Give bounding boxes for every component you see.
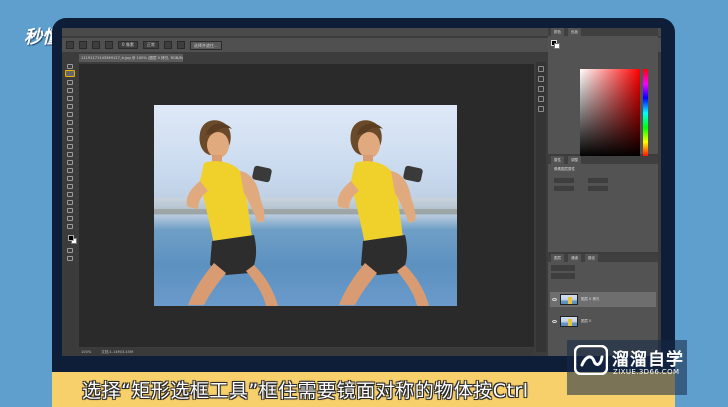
color-panel-tabs: 颜色 色板 (548, 28, 658, 36)
runner-figure-copy (337, 120, 429, 306)
paragraph-panel-icon[interactable] (538, 96, 544, 102)
width-field-prop[interactable] (554, 178, 574, 183)
select-and-mask-button[interactable]: 选择并遮住... (189, 40, 222, 50)
feather-input[interactable]: 0 像素 (118, 41, 138, 49)
quick-selection-tool-icon[interactable] (67, 88, 73, 93)
tab-channels[interactable]: 通道 (568, 254, 581, 262)
width-field[interactable] (163, 41, 172, 49)
eyedropper-tool-icon[interactable] (67, 104, 73, 109)
move-tool-icon[interactable] (67, 64, 73, 69)
runner-figure (186, 120, 278, 306)
brush-tool-icon[interactable] (67, 120, 73, 125)
clone-stamp-tool-icon[interactable] (67, 128, 73, 133)
y-field-prop[interactable] (588, 186, 608, 191)
add-selection-icon[interactable] (92, 41, 100, 49)
properties-panel: 属性 调整 像素图层属性 (548, 156, 658, 252)
lasso-tool-icon[interactable] (67, 80, 73, 85)
layer-filter-select[interactable] (551, 265, 575, 271)
watermark-title: 溜溜自学 (612, 350, 684, 370)
canvas-image-original[interactable] (154, 105, 306, 306)
document-tab[interactable]: 11191171143369127_b.jpg @ 100% (图层 0 拷贝,… (79, 54, 183, 62)
history-brush-tool-icon[interactable] (67, 136, 73, 141)
marquee-tool-preset-icon[interactable] (66, 41, 74, 49)
healing-brush-tool-icon[interactable] (67, 112, 73, 117)
status-bar: 100% 文档:1.14M/3.45M (79, 348, 534, 356)
rectangular-marquee-tool-icon[interactable] (65, 70, 75, 77)
layer-thumbnail (560, 294, 578, 305)
tab-adjustments[interactable]: 调整 (568, 156, 581, 164)
layer-row[interactable]: 图层 0 拷贝 (550, 292, 656, 307)
layer-name[interactable]: 图层 0 (581, 319, 591, 324)
watermark-url: ZIXUE.3D66.COM (613, 368, 680, 376)
watermark-logo-icon (574, 345, 608, 375)
tab-properties[interactable]: 属性 (551, 156, 564, 164)
path-selection-tool-icon[interactable] (67, 192, 73, 197)
rectangle-tool-icon[interactable] (67, 200, 73, 205)
quick-mask-icon[interactable] (67, 248, 73, 253)
gradient-tool-icon[interactable] (67, 152, 73, 157)
panel-icon-rail (536, 62, 546, 352)
style-select[interactable]: 正常 (142, 41, 159, 49)
blur-tool-icon[interactable] (67, 160, 73, 165)
type-tool-icon[interactable] (67, 184, 73, 189)
brush-panel-icon[interactable] (538, 106, 544, 112)
layer-row[interactable]: 图层 0 (550, 314, 656, 329)
pen-tool-icon[interactable] (67, 176, 73, 181)
actions-panel-icon[interactable] (538, 76, 544, 82)
layers-panel-tabs: 图层 通道 路径 (548, 254, 658, 262)
screen-mode-icon[interactable] (67, 256, 73, 261)
tab-color[interactable]: 颜色 (551, 28, 564, 36)
layer-name[interactable]: 图层 0 拷贝 (581, 297, 599, 302)
eraser-tool-icon[interactable] (67, 144, 73, 149)
layer-thumbnail (560, 316, 578, 327)
subtract-selection-icon[interactable] (105, 41, 113, 49)
document-size: 文档:1.14M/3.45M (101, 350, 134, 354)
height-field[interactable] (176, 41, 185, 49)
hue-slider[interactable] (643, 69, 648, 157)
zoom-level[interactable]: 100% (81, 348, 91, 356)
toolbox (64, 62, 77, 356)
properties-panel-tabs: 属性 调整 (548, 156, 658, 164)
properties-title: 像素图层属性 (554, 167, 575, 171)
blend-mode-select[interactable] (551, 273, 575, 279)
tab-layers[interactable]: 图层 (551, 254, 564, 262)
character-panel-icon[interactable] (538, 86, 544, 92)
more-tools-icon[interactable] (67, 224, 73, 229)
hand-tool-icon[interactable] (67, 208, 73, 213)
tab-paths[interactable]: 路径 (585, 254, 598, 262)
color-spectrum[interactable] (580, 69, 640, 157)
visibility-eye-icon[interactable] (552, 320, 557, 323)
zoom-tool-icon[interactable] (67, 216, 73, 221)
subtitle-text: 选择“矩形选框工具”框住需要镜面对称的物体按Ctrl (82, 380, 529, 402)
new-selection-icon[interactable] (79, 41, 87, 49)
foreground-color-swatch[interactable] (68, 235, 74, 241)
photoshop-window: 0 像素 正常 选择并遮住... 11191171143369127_b.jpg… (62, 28, 661, 356)
visibility-eye-icon[interactable] (552, 298, 557, 301)
dodge-tool-icon[interactable] (67, 168, 73, 173)
panel-background-swatch[interactable] (554, 43, 560, 49)
tab-swatches[interactable]: 色板 (568, 28, 581, 36)
height-field-prop[interactable] (588, 178, 608, 183)
canvas-image-copy[interactable] (305, 105, 457, 306)
x-field-prop[interactable] (554, 186, 574, 191)
history-panel-icon[interactable] (538, 66, 544, 72)
crop-tool-icon[interactable] (67, 96, 73, 101)
